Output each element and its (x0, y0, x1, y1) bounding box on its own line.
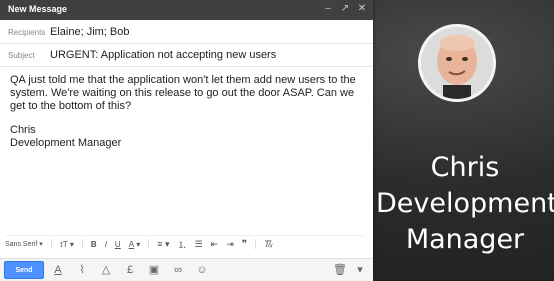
signature-name: Chris (10, 124, 36, 136)
insert-link-icon[interactable]: ∞ (172, 263, 184, 277)
subject-field[interactable]: URGENT: Application not accepting new us… (50, 49, 276, 61)
avatar (418, 24, 496, 102)
close-icon[interactable]: ✕ (357, 3, 367, 15)
font-size-icon[interactable]: τT ▾ (60, 240, 74, 249)
divider (81, 239, 83, 249)
compose-action-bar: Send A ⌇ △ £ ▣ ∞ ☺ 🗑 ▾ (0, 258, 373, 281)
send-button[interactable]: Send (4, 261, 44, 279)
divider (50, 239, 52, 249)
expand-icon[interactable]: ↗ (340, 3, 350, 15)
subject-label: Subject (8, 51, 35, 60)
drive-icon[interactable]: △ (100, 263, 112, 277)
person-photo (421, 27, 493, 99)
person-title-line2: Manager (405, 224, 525, 255)
signature-title: Development Manager (10, 137, 122, 149)
recipients-field[interactable]: Elaine; Jim; Bob (50, 26, 129, 38)
trash-icon[interactable]: 🗑 (333, 263, 347, 277)
minimize-icon[interactable]: – (323, 3, 333, 15)
divider (148, 239, 150, 249)
indent-less-icon[interactable]: ⇤ (211, 239, 219, 250)
numbered-list-icon[interactable]: ⒈ (178, 238, 187, 251)
insert-photo-icon[interactable]: ▣ (148, 263, 160, 277)
person-name: Chris (430, 152, 500, 183)
message-body[interactable]: QA just told me that the application won… (10, 74, 365, 150)
window-title: New Message (8, 4, 68, 14)
underline-icon[interactable]: U (115, 240, 121, 249)
subject-row[interactable]: Subject URGENT: Application not acceptin… (0, 44, 373, 67)
divider (255, 239, 257, 249)
text-color-glyph: A (128, 239, 135, 249)
formatting-toolbar: Sans Serif ▾ τT ▾ B I U A ▾ ≡ ▾ ⒈ ☰ ⇤ ⇥ … (5, 235, 365, 252)
quote-icon[interactable]: ❞ (242, 239, 247, 250)
compose-titlebar: New Message – ↗ ✕ (0, 0, 373, 20)
formatting-options-icon[interactable]: A (52, 263, 64, 277)
font-family-select[interactable]: Sans Serif ▾ (5, 240, 43, 249)
more-options-icon[interactable]: ▾ (355, 263, 365, 277)
bulleted-list-icon[interactable]: ☰ (195, 239, 203, 250)
emoji-icon[interactable]: ☺ (196, 263, 208, 277)
person-title-line1: Development (376, 188, 554, 219)
font-family-label: Sans Serif (5, 240, 38, 248)
align-icon[interactable]: ≡ ▾ (157, 239, 169, 250)
recipients-label: Recipients (8, 28, 46, 37)
text-color-icon[interactable]: A ▾ (129, 240, 141, 249)
message-paragraph: QA just told me that the application won… (10, 74, 356, 112)
compose-window: New Message – ↗ ✕ Recipients Elaine; Jim… (0, 0, 373, 281)
money-icon[interactable]: £ (124, 263, 136, 277)
recipients-row[interactable]: Recipients Elaine; Jim; Bob (0, 21, 373, 44)
italic-icon[interactable]: I (105, 240, 107, 249)
bold-icon[interactable]: B (91, 240, 97, 249)
attach-file-icon[interactable]: ⌇ (76, 263, 88, 277)
indent-more-icon[interactable]: ⇥ (226, 239, 234, 250)
remove-formatting-icon[interactable]: T̸ₓ (264, 239, 273, 249)
person-caption: Chris Development Manager (376, 150, 554, 258)
